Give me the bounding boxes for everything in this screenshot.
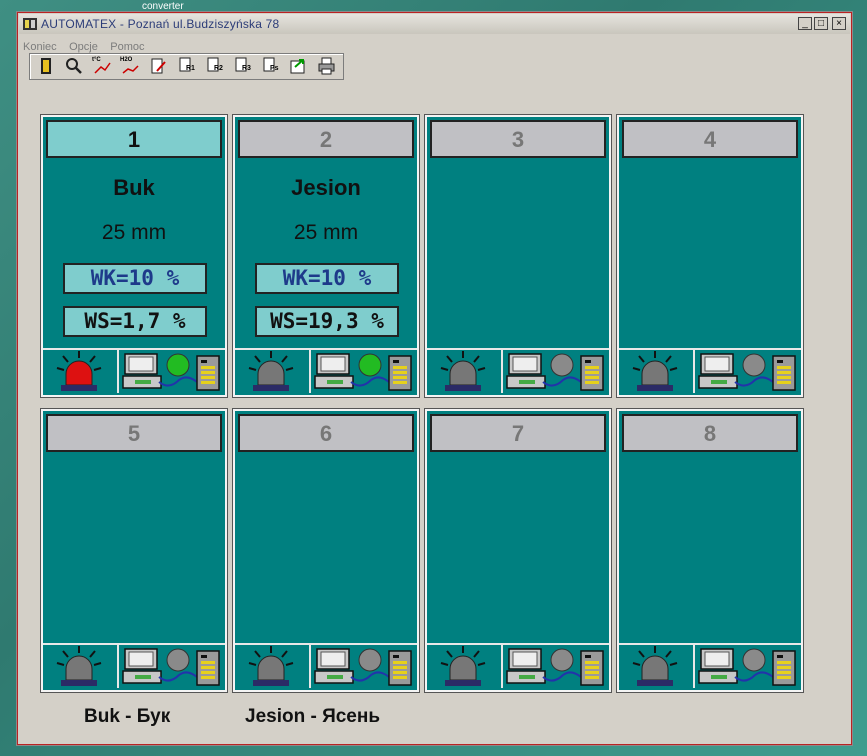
close-button[interactable]: × <box>832 17 846 30</box>
chamber-number[interactable]: 8 <box>622 414 798 452</box>
status-bar <box>427 348 609 395</box>
target-moisture-box: WK=10 % <box>255 263 399 294</box>
app-icon <box>23 18 37 30</box>
temperature-chart-button[interactable]: t°C <box>89 56 115 76</box>
report-2-label: R2 <box>214 65 223 72</box>
print-button[interactable] <box>313 56 339 76</box>
controller-equipment-icon[interactable] <box>697 645 803 688</box>
maximize-button[interactable]: □ <box>814 17 828 30</box>
report-2-button[interactable]: R2 <box>201 56 227 76</box>
menu-opcje[interactable]: Opcje <box>69 41 98 53</box>
chamber-number[interactable]: 1 <box>46 120 222 158</box>
controller-equipment-icon[interactable] <box>697 350 803 393</box>
status-bar <box>235 348 417 395</box>
alarm-siren-icon[interactable] <box>235 645 307 688</box>
current-moisture-box: WS=1,7 % <box>63 306 207 337</box>
status-bar <box>43 643 225 690</box>
printer-icon <box>318 57 335 75</box>
chamber-panel[interactable]: 5 <box>40 408 228 693</box>
window-title: AUTOMATEX - Poznań ul.Budziszyńska 78 <box>41 17 280 31</box>
alarm-siren-icon[interactable] <box>43 350 115 393</box>
controller-equipment-icon[interactable] <box>313 350 419 393</box>
alarm-siren-icon[interactable] <box>235 350 307 393</box>
edit-button[interactable] <box>145 56 171 76</box>
controller-equipment-icon[interactable] <box>505 645 611 688</box>
status-bar <box>427 643 609 690</box>
title-bar[interactable]: AUTOMATEX - Poznań ul.Budziszyńska 78 _ … <box>19 14 850 34</box>
chamber-panel[interactable]: 4 <box>616 114 804 398</box>
status-divider <box>693 350 695 393</box>
controller-equipment-icon[interactable] <box>121 350 227 393</box>
edit-document-icon <box>151 58 166 74</box>
status-divider <box>309 645 311 688</box>
status-divider <box>501 350 503 393</box>
menu-bar: Koniec Opcje Pomoc <box>23 37 153 53</box>
board-thickness: 25 mm <box>101 221 167 244</box>
chamber-number[interactable]: 2 <box>238 120 414 158</box>
report-1-label: R1 <box>186 65 195 72</box>
wood-species: Jesion <box>291 175 361 200</box>
menu-pomoc[interactable]: Pomoc <box>110 41 144 53</box>
status-divider <box>117 645 119 688</box>
chart-lines-icon <box>122 65 139 74</box>
controller-equipment-icon[interactable] <box>121 645 227 688</box>
chamber-panel[interactable]: 6 <box>232 408 420 693</box>
board-thickness: 25 mm <box>293 221 359 244</box>
status-bar <box>619 348 801 395</box>
alarm-siren-icon[interactable] <box>427 645 499 688</box>
target-moisture-box: WK=10 % <box>63 263 207 294</box>
status-bar <box>43 348 225 395</box>
alarm-siren-icon[interactable] <box>619 645 691 688</box>
search-button[interactable] <box>61 56 87 76</box>
report-ps-label: Ps <box>270 65 279 72</box>
legend-buk: Buk - Бук <box>84 706 171 727</box>
report-1-button[interactable]: R1 <box>173 56 199 76</box>
report-ps-button[interactable]: Ps <box>257 56 283 76</box>
chamber-panel[interactable]: 1 Buk 25 mm WK=10 % WS=1,7 % <box>40 114 228 398</box>
report-3-button[interactable]: R3 <box>229 56 255 76</box>
moisture-chart-button[interactable]: H2O <box>117 56 143 76</box>
export-icon <box>290 59 305 74</box>
toolbar: t°C H2O R1 R2 R3 Ps <box>29 53 344 80</box>
chamber-number[interactable]: 4 <box>622 120 798 158</box>
magnifier-icon <box>66 58 82 74</box>
controller-equipment-icon[interactable] <box>313 645 419 688</box>
status-bar <box>235 643 417 690</box>
export-button[interactable] <box>285 56 311 76</box>
status-divider <box>309 350 311 393</box>
chamber-number[interactable]: 5 <box>46 414 222 452</box>
exit-door-icon <box>41 58 51 74</box>
chamber-number[interactable]: 6 <box>238 414 414 452</box>
report-3-label: R3 <box>242 65 251 72</box>
legend-jesion: Jesion - Ясень <box>245 706 381 727</box>
status-bar <box>619 643 801 690</box>
current-moisture-box: WS=19,3 % <box>255 306 399 337</box>
controller-equipment-icon[interactable] <box>505 350 611 393</box>
alarm-siren-icon[interactable] <box>43 645 115 688</box>
chamber-number[interactable]: 3 <box>430 120 606 158</box>
alarm-siren-icon[interactable] <box>619 350 691 393</box>
chamber-panel[interactable]: 2 Jesion 25 mm WK=10 % WS=19,3 % <box>232 114 420 398</box>
menu-koniec[interactable]: Koniec <box>23 41 57 53</box>
exit-button[interactable] <box>33 56 59 76</box>
minimize-button[interactable]: _ <box>798 17 812 30</box>
status-divider <box>693 645 695 688</box>
chamber-panel[interactable]: 3 <box>424 114 612 398</box>
chart-lines-icon <box>94 62 111 74</box>
chamber-panel[interactable]: 7 <box>424 408 612 693</box>
chamber-panel[interactable]: 8 <box>616 408 804 693</box>
status-divider <box>117 350 119 393</box>
alarm-siren-icon[interactable] <box>427 350 499 393</box>
wood-species: Buk <box>113 175 155 200</box>
chamber-number[interactable]: 7 <box>430 414 606 452</box>
status-divider <box>501 645 503 688</box>
